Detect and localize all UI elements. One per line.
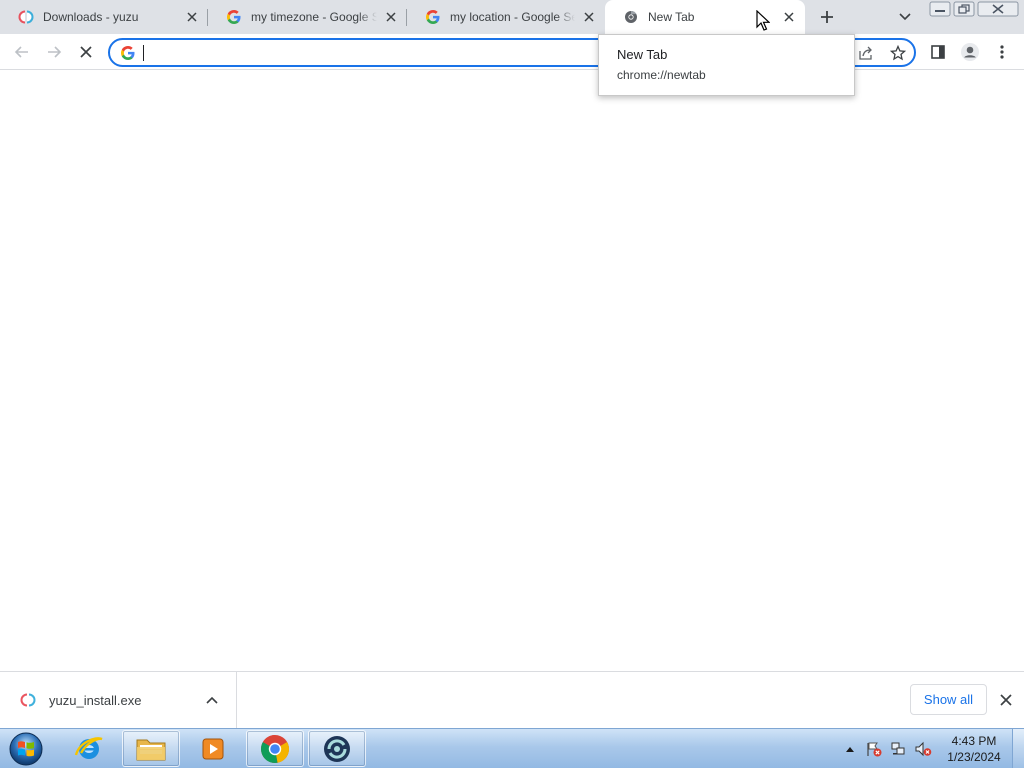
tray-volume[interactable] (913, 729, 933, 768)
more-vert-icon (1000, 45, 1004, 59)
chevron-up-icon[interactable] (204, 692, 220, 708)
taskbar-media-player[interactable] (184, 730, 242, 767)
yuzu-icon (18, 9, 34, 25)
hover-card-title: New Tab (617, 47, 668, 62)
clock-date: 1/23/2024 (947, 750, 1001, 764)
mouse-cursor-icon (756, 10, 770, 31)
tab-title: Downloads - yuzu (43, 10, 139, 24)
new-tab-button[interactable] (815, 5, 839, 29)
close-window-button[interactable] (976, 0, 1020, 18)
tab-strip: Downloads - yuzu my timezone - Google Se… (0, 0, 1024, 34)
tab-new-tab[interactable]: New Tab (605, 0, 805, 34)
google-icon (226, 9, 242, 25)
windows-start-icon (9, 732, 43, 766)
plus-icon (821, 11, 833, 23)
chrome-icon (261, 734, 289, 763)
google-icon (425, 9, 441, 25)
tab-close-icon[interactable] (581, 9, 597, 25)
tray-network[interactable] (889, 729, 907, 768)
restore-button[interactable] (952, 0, 976, 18)
network-icon (891, 742, 905, 755)
profile-button[interactable] (957, 39, 983, 65)
tab-hover-card: New Tab chrome://newtab (598, 34, 855, 96)
start-button[interactable] (6, 730, 46, 768)
tray-action-center[interactable] (865, 729, 883, 768)
chevron-up-icon (846, 747, 854, 752)
show-desktop-button[interactable] (1012, 729, 1024, 768)
profile-icon (961, 43, 979, 61)
star-icon (890, 45, 906, 61)
download-filename: yuzu_install.exe (49, 693, 142, 708)
close-download-shelf-button[interactable] (996, 690, 1016, 710)
stop-loading-button[interactable] (73, 39, 99, 65)
side-panel-icon (931, 45, 945, 59)
google-icon (120, 45, 136, 61)
show-all-button[interactable]: Show all (910, 684, 987, 715)
system-clock[interactable]: 4:43 PM 1/23/2024 (940, 733, 1008, 765)
share-button[interactable] (856, 44, 876, 62)
taskbar-google-chrome[interactable] (246, 730, 304, 767)
chrome-icon (623, 9, 639, 25)
restore-icon (953, 1, 975, 17)
yuzu-icon (20, 692, 36, 708)
taskbar-internet-explorer[interactable] (60, 730, 118, 767)
clock-time: 4:43 PM (951, 734, 997, 748)
taskbar-file-explorer[interactable] (122, 730, 180, 767)
media-player-icon (202, 738, 224, 759)
app-swirl-icon (324, 735, 350, 762)
tab-close-icon[interactable] (383, 9, 399, 25)
internet-explorer-icon (74, 736, 103, 759)
side-panel-button[interactable] (925, 39, 951, 65)
forward-button[interactable] (41, 39, 67, 65)
tab-close-icon[interactable] (184, 9, 200, 25)
arrow-left-icon (14, 46, 28, 58)
folder-icon (136, 739, 166, 760)
back-button[interactable] (9, 39, 35, 65)
minimize-icon (929, 1, 951, 17)
download-shelf: yuzu_install.exe Show all (0, 671, 1024, 728)
taskbar: 4:43 PM 1/23/2024 (0, 728, 1024, 768)
bookmark-button[interactable] (888, 44, 908, 62)
toolbar (0, 34, 1024, 70)
text-caret (143, 45, 144, 61)
volume-muted-icon (915, 741, 932, 757)
minimize-button[interactable] (928, 0, 952, 18)
close-icon (1000, 694, 1012, 706)
screen: Downloads - yuzu my timezone - Google Se… (0, 0, 1024, 768)
tab-my-timezone[interactable]: my timezone - Google Search (208, 0, 407, 34)
download-item[interactable]: yuzu_install.exe (0, 672, 237, 728)
tab-close-icon[interactable] (781, 9, 797, 25)
share-icon (859, 46, 872, 60)
tab-downloads-yuzu[interactable]: Downloads - yuzu (0, 0, 208, 34)
menu-button[interactable] (989, 39, 1015, 65)
close-icon (977, 1, 1019, 17)
chevron-down-icon (899, 13, 911, 21)
hover-card-url: chrome://newtab (617, 68, 706, 82)
tray-overflow-button[interactable] (843, 729, 857, 768)
arrow-right-icon (48, 46, 62, 58)
page-content (0, 70, 1024, 671)
close-icon (80, 46, 92, 58)
tab-title: my timezone - Google Search (251, 10, 377, 24)
taskbar-steam-app[interactable] (308, 730, 366, 767)
flag-warning-icon (867, 742, 882, 757)
tab-my-location[interactable]: my location - Google Search (407, 0, 605, 34)
tab-title: my location - Google Search (450, 10, 575, 24)
tab-search-button[interactable] (894, 6, 916, 28)
